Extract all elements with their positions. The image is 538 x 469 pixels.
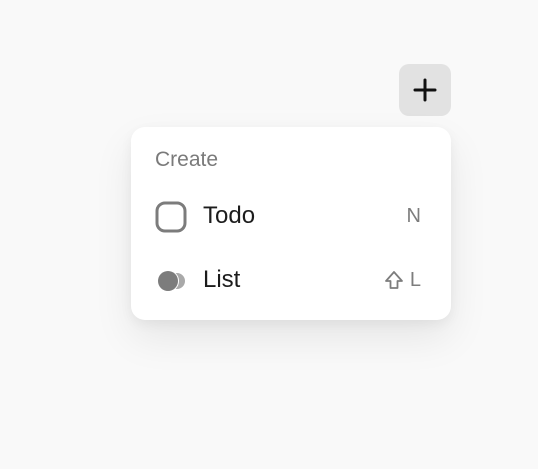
shortcut-key: L	[409, 269, 421, 291]
menu-title: Create	[155, 148, 219, 171]
add-button[interactable]	[399, 64, 451, 116]
menu-item-list[interactable]: List L	[131, 254, 451, 306]
list-toggle-icon	[155, 265, 187, 297]
shortcut-hint: L	[384, 267, 421, 293]
checkbox-icon	[155, 201, 187, 233]
plus-icon	[413, 78, 437, 102]
menu-item-todo[interactable]: Todo N	[131, 190, 451, 242]
menu-item-label: List	[203, 266, 241, 293]
shortcut-key: N	[406, 205, 421, 227]
shortcut-hint: N	[407, 203, 421, 229]
menu-item-label: Todo	[203, 202, 256, 229]
create-menu: Create Todo N List L	[131, 127, 451, 320]
shift-icon	[384, 270, 404, 290]
